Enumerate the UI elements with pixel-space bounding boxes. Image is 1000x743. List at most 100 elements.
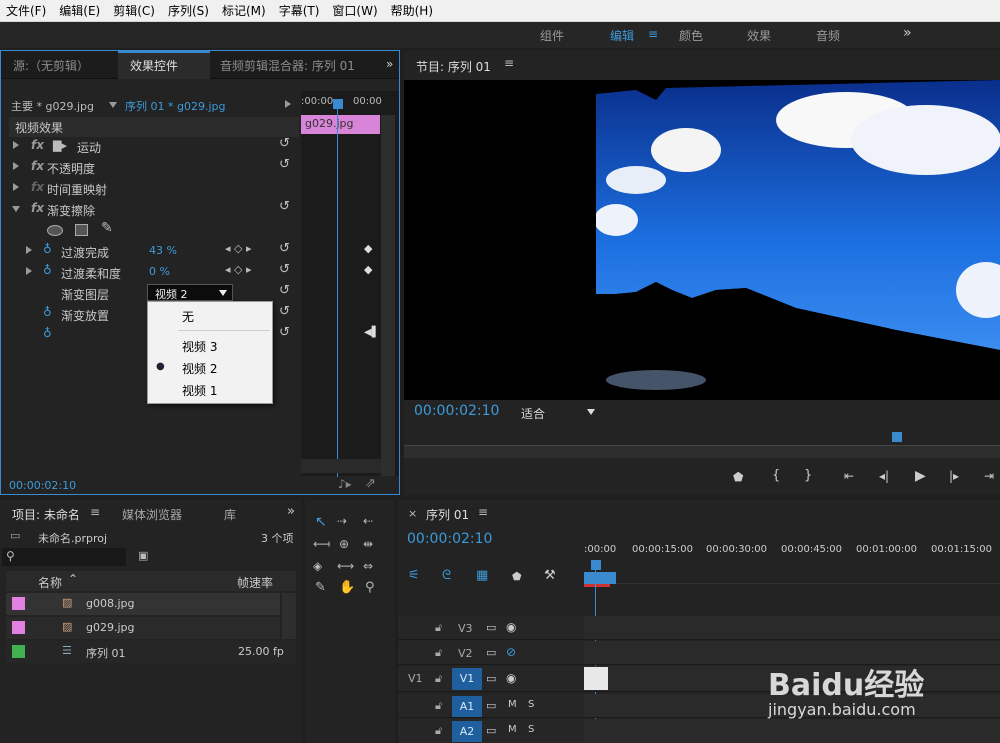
reset-icon[interactable]: ↺ (279, 241, 290, 256)
lock-icon[interactable]: 🔓︎ (435, 646, 442, 660)
workspace-menu-icon[interactable]: ≡ (648, 27, 658, 41)
reset-icon[interactable]: ↺ (279, 136, 290, 151)
rect-mask-icon[interactable] (75, 224, 88, 236)
menu-title[interactable]: 字幕(T) (279, 2, 320, 19)
param-transition-softness-value[interactable]: 0 % (149, 265, 170, 278)
fit-select[interactable]: 适合 (521, 405, 545, 422)
marker-icon[interactable]: ⬟ (512, 570, 522, 583)
project-search-input[interactable] (2, 548, 126, 566)
rate-stretch-icon[interactable]: ⇹ (363, 537, 373, 551)
keyframe-nav-icon[interactable]: ◂ ◇ ▸ (225, 263, 252, 276)
work-area-bar[interactable] (584, 572, 616, 584)
keyframe-icon[interactable]: ◆ (364, 242, 372, 255)
source-patch-v1[interactable]: V1 (408, 672, 423, 685)
workspace-audio[interactable]: 音频 (816, 27, 840, 44)
lock-icon[interactable]: 🔓︎ (435, 672, 442, 686)
tab-audio-mixer[interactable]: 音频剪辑混合器: 序列 01 (220, 57, 355, 74)
pen-tool-icon[interactable]: ✎ (315, 580, 326, 595)
menu-sequence[interactable]: 序列(S) (168, 2, 209, 19)
workspace-editing[interactable]: 编辑 (610, 27, 634, 44)
label-color-swatch[interactable] (12, 645, 25, 658)
panel-menu-icon[interactable]: ≡ (90, 505, 100, 519)
stopwatch-icon[interactable]: ♁ (43, 305, 52, 319)
menu-marker[interactable]: 标记(M) (222, 2, 266, 19)
mute-toggle-icon[interactable]: M (508, 699, 517, 710)
fit-arrow-icon[interactable] (587, 409, 595, 415)
pen-mask-icon[interactable]: ✎ (101, 220, 113, 236)
track-lane-v3[interactable] (584, 616, 1000, 640)
option-video-3[interactable]: 视频 3 (182, 338, 217, 355)
new-bin-icon[interactable]: ▣ (138, 549, 148, 562)
go-to-in-icon[interactable]: ⇤ (844, 469, 854, 483)
expand-motion-icon[interactable] (13, 141, 19, 149)
fx-icon[interactable]: fx (31, 201, 44, 215)
razor-tool-icon[interactable]: ◈ (313, 559, 322, 573)
option-none[interactable]: 无 (182, 308, 194, 325)
eye-icon[interactable]: ◉ (506, 671, 516, 685)
sync-lock-icon[interactable]: ▭ (486, 646, 496, 659)
dropdown-icon[interactable] (109, 102, 117, 108)
panel-more-icon[interactable]: » (287, 504, 295, 519)
project-scrollbar[interactable] (282, 593, 296, 639)
workspace-color[interactable]: 颜色 (679, 27, 703, 44)
expand-time-remap-icon[interactable] (13, 183, 19, 191)
keyframe-icon[interactable]: ◀▌ (364, 327, 379, 338)
stopwatch-icon[interactable]: ♁ (43, 263, 52, 277)
reset-icon[interactable]: ↺ (279, 157, 290, 172)
master-clip-label[interactable]: 主要 * g029.jpg (11, 98, 94, 114)
param-transition-complete-value[interactable]: 43 % (149, 244, 177, 257)
wrench-icon[interactable]: ⚒ (544, 568, 556, 583)
keyframe-icon[interactable]: ◆ (364, 263, 372, 276)
hand-tool-icon[interactable]: ✋ (339, 580, 355, 595)
sync-lock-icon[interactable]: ▭ (486, 621, 496, 634)
track-lane-a2[interactable] (584, 719, 1000, 743)
workspace-assembly[interactable]: 组件 (540, 27, 564, 44)
slide-tool-icon[interactable]: ⇔ (363, 559, 373, 573)
program-zoom-bar[interactable] (404, 446, 1000, 458)
reset-icon[interactable]: ↺ (279, 262, 290, 277)
track-label-a2[interactable]: A2 (452, 721, 482, 742)
go-to-out-icon[interactable]: ⇥ (984, 469, 994, 483)
track-label-v3[interactable]: V3 (458, 622, 473, 635)
sort-asc-icon[interactable]: ⌃ (68, 572, 78, 586)
effects-timecode[interactable]: 00:00:02:10 (9, 479, 76, 492)
menu-edit[interactable]: 编辑(E) (59, 2, 100, 19)
keyframe-nav-icon[interactable]: ◂ ◇ ▸ (225, 242, 252, 255)
step-back-icon[interactable]: ◂| (879, 469, 889, 483)
track-label-v1[interactable]: V1 (452, 668, 482, 690)
program-timecode[interactable]: 00:00:02:10 (414, 403, 499, 419)
motion-icon[interactable]: ▇▸ (53, 139, 67, 152)
track-label-v2[interactable]: V2 (458, 647, 473, 660)
tab-library[interactable]: 库 (224, 506, 236, 523)
menu-help[interactable]: 帮助(H) (391, 2, 433, 19)
select-arrow-icon[interactable] (219, 290, 227, 296)
label-color-swatch[interactable] (12, 597, 25, 610)
mark-in-icon[interactable]: { (772, 468, 780, 483)
panel-more-icon[interactable]: » (386, 57, 393, 71)
eye-icon[interactable]: ◉ (506, 620, 516, 634)
panel-menu-icon[interactable]: ≡ (504, 56, 514, 70)
list-item[interactable] (6, 593, 280, 615)
linked-selection-icon[interactable]: ᘓ (442, 568, 451, 583)
add-marker-icon[interactable]: ⬟ (733, 470, 743, 484)
lock-icon[interactable]: 🔓︎ (435, 699, 442, 713)
column-frame-rate[interactable]: 帧速率 (237, 574, 273, 591)
ellipse-mask-icon[interactable] (47, 225, 63, 236)
sequence-tab[interactable]: 序列 01 (426, 506, 469, 523)
lock-icon[interactable]: 🔓︎ (435, 724, 442, 738)
close-icon[interactable]: × (408, 507, 417, 520)
slip-tool-icon[interactable]: ⟷ (337, 559, 354, 573)
audio-only-icon[interactable]: ♪▸ (338, 477, 352, 491)
timeline-ruler[interactable] (584, 558, 1000, 584)
reset-icon[interactable]: ↺ (279, 199, 290, 214)
mini-hscroll[interactable] (301, 459, 381, 473)
tab-project[interactable]: 项目: 未命名 (12, 506, 80, 523)
play-only-icon[interactable] (285, 100, 291, 108)
solo-toggle-icon[interactable]: S (528, 724, 534, 735)
label-color-swatch[interactable] (12, 621, 25, 634)
mute-toggle-icon[interactable]: M (508, 724, 517, 735)
track-select-icon[interactable]: ⇢ (337, 514, 347, 528)
workspace-more-icon[interactable]: » (903, 25, 912, 41)
tab-source[interactable]: 源:（无剪辑） (13, 57, 89, 74)
workspace-effects[interactable]: 效果 (747, 27, 771, 44)
